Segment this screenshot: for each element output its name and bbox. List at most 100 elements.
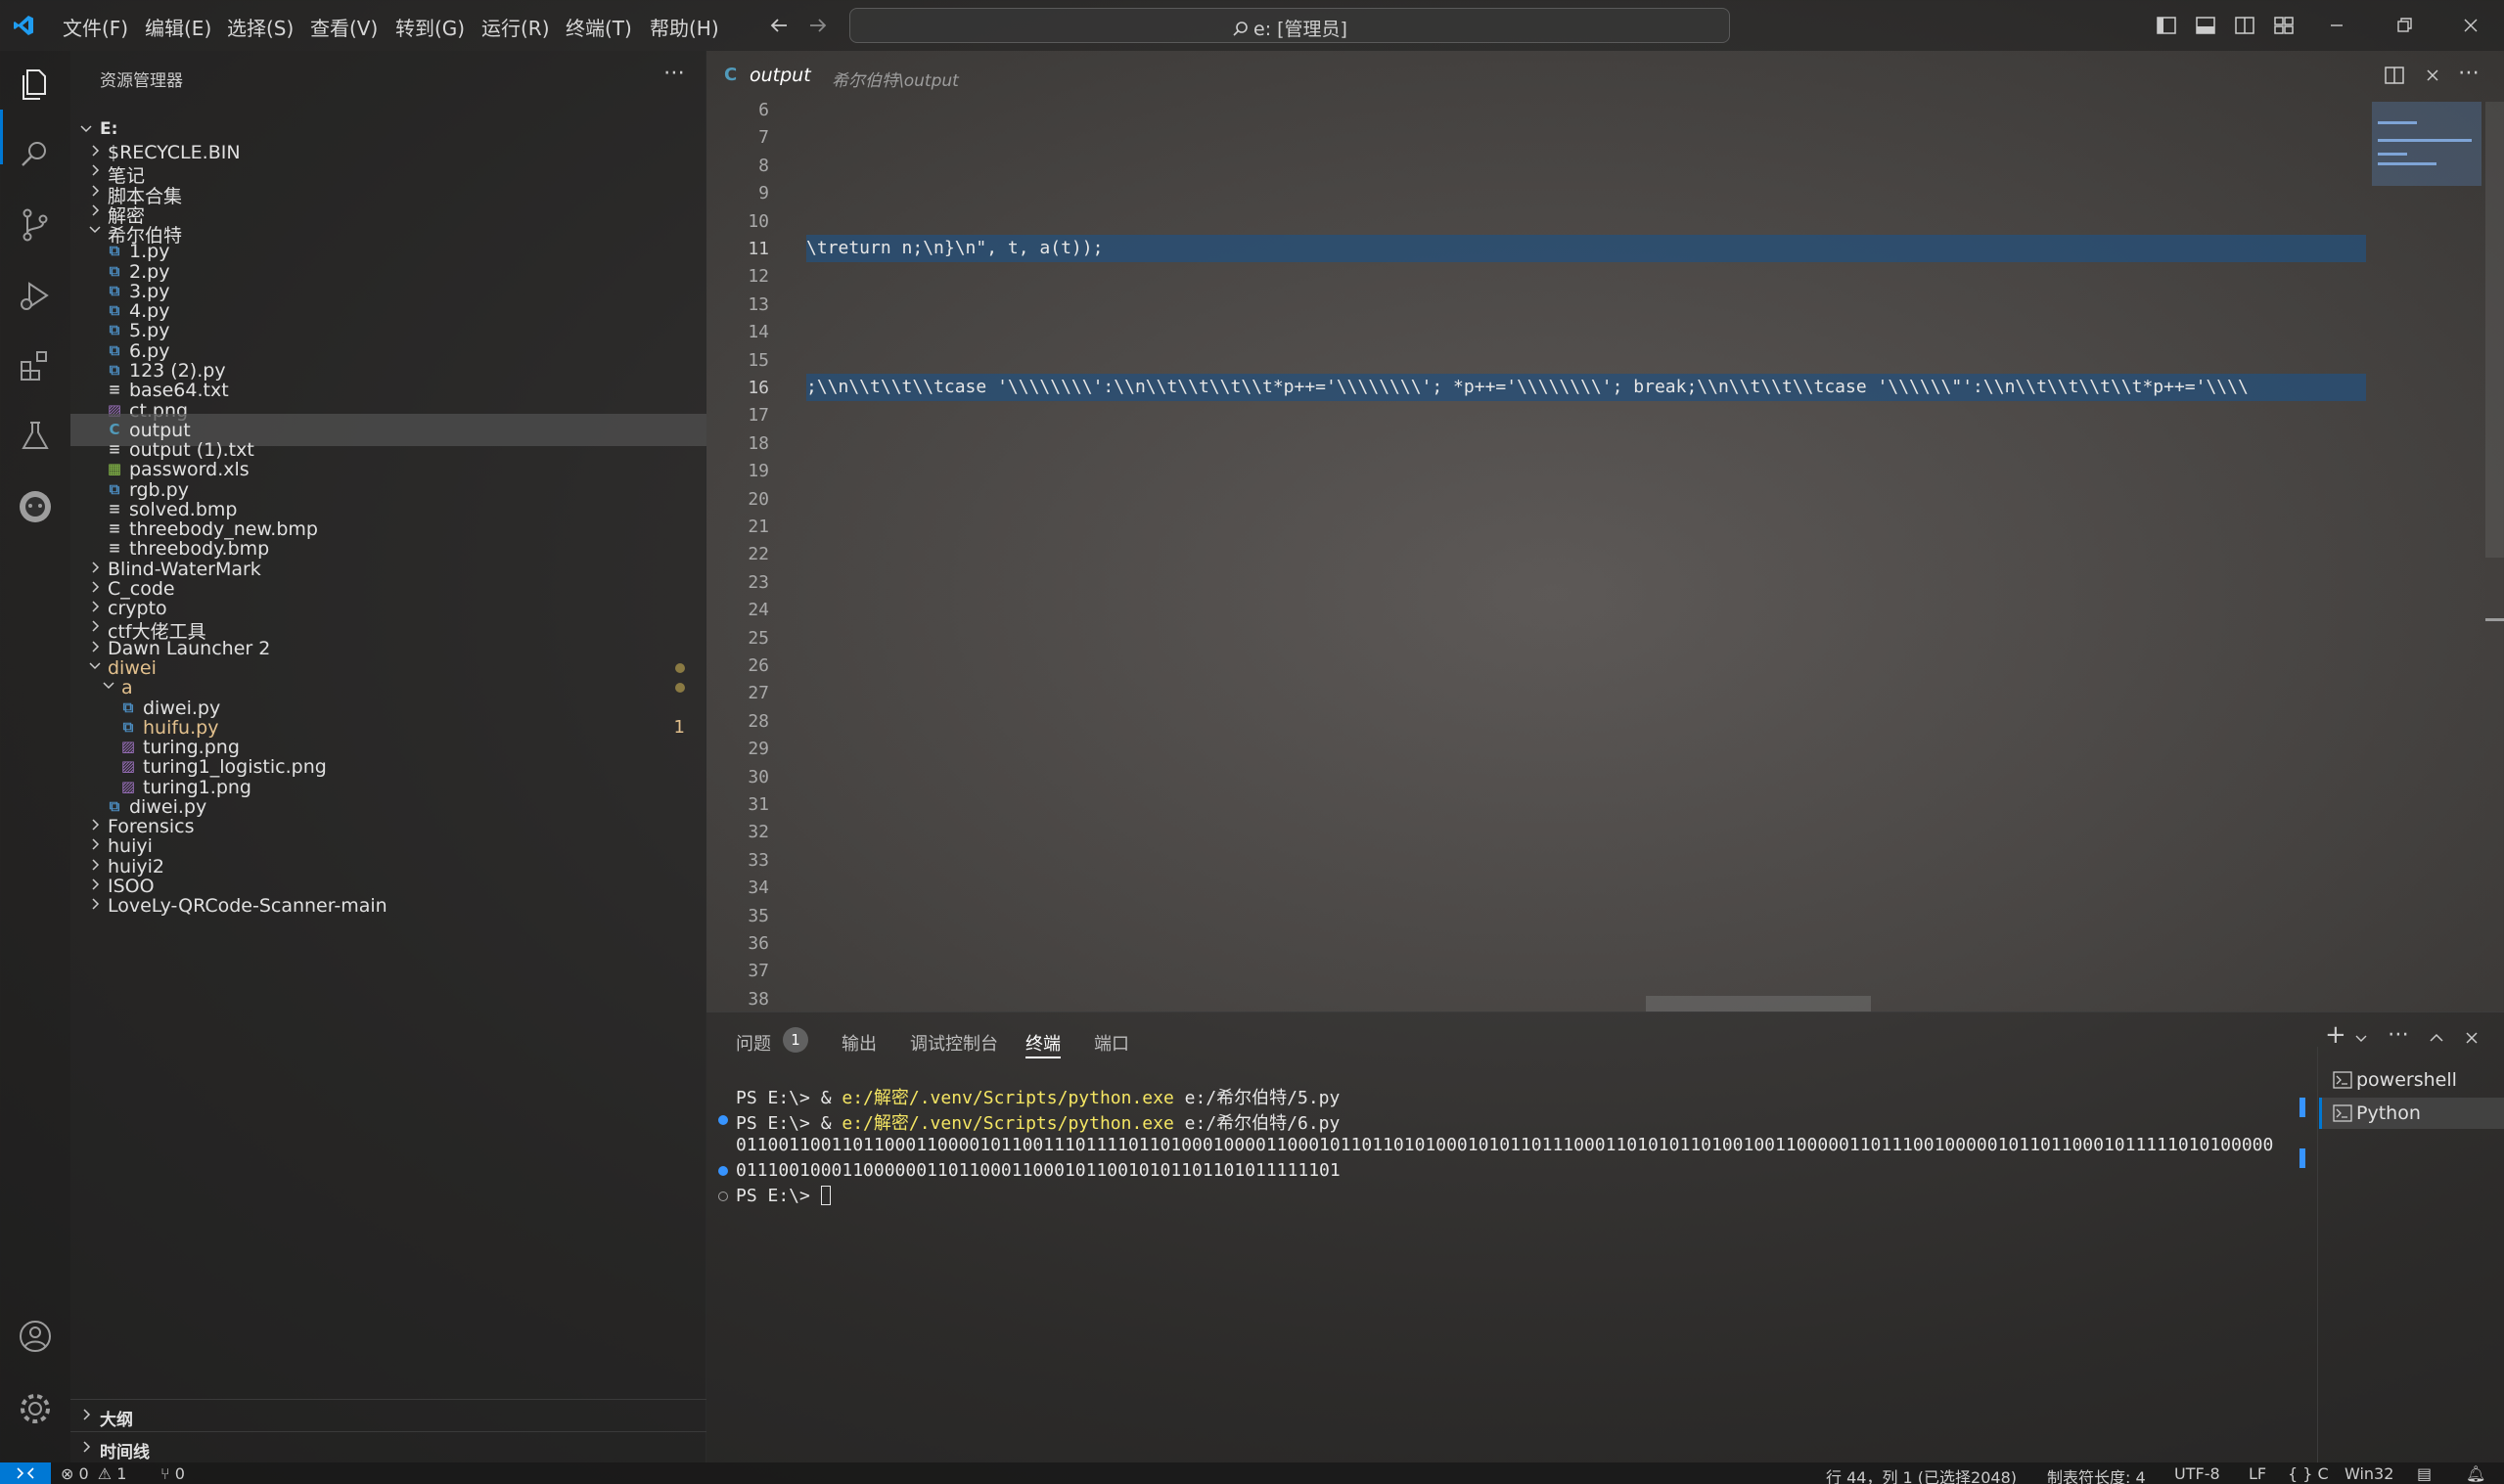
folder-item[interactable]: LoveLy-QRCode-Scanner-main — [70, 889, 706, 922]
active-view-indicator — [0, 110, 3, 164]
extensions-icon[interactable] — [14, 344, 57, 387]
editor-scrollbar[interactable] — [2485, 102, 2504, 558]
forward-arrow-icon[interactable] — [806, 14, 830, 37]
c-file-icon: C — [724, 65, 738, 85]
notifications-bell-icon[interactable]: 🔔︎ — [2466, 1464, 2485, 1483]
search-icon[interactable] — [14, 133, 57, 176]
line-number: 30 — [748, 766, 769, 787]
toggle-panel-icon[interactable] — [2195, 15, 2216, 36]
platform[interactable]: Win32 — [2345, 1464, 2393, 1483]
close-window-icon[interactable] — [2460, 15, 2481, 36]
line-number: 10 — [748, 210, 769, 232]
line-number: 11 — [748, 239, 769, 259]
warning-icon: ⚠ — [97, 1464, 113, 1483]
outline-label: 大纲 — [100, 1411, 133, 1430]
timeline-section[interactable]: 时间线 — [74, 1433, 701, 1462]
terminal-command-arg: e:/希尔伯特/5.py — [1173, 1088, 1341, 1108]
remote-explorer-icon[interactable] — [14, 485, 57, 528]
chevron-down-icon[interactable] — [2354, 1032, 2368, 1046]
timeline-label: 时间线 — [100, 1443, 150, 1462]
source-control-icon[interactable] — [14, 203, 57, 247]
customize-layout-icon[interactable] — [2273, 15, 2295, 36]
line-number: 34 — [748, 877, 769, 899]
tab-output[interactable]: 输出 — [842, 1030, 877, 1056]
explorer-files-icon[interactable] — [14, 63, 57, 106]
line-number: 6 — [758, 100, 769, 120]
braces-icon: { } — [2288, 1464, 2313, 1483]
menu-view[interactable]: 查看(V) — [310, 13, 378, 41]
line-number: 32 — [748, 822, 769, 843]
new-terminal-plus-icon[interactable]: + — [2325, 1020, 2346, 1050]
line-number: 26 — [748, 655, 769, 676]
vscode-logo-icon — [12, 14, 35, 37]
terminal-scrollbar[interactable] — [2299, 1096, 2305, 1184]
more-actions-icon[interactable]: ⋯ — [663, 61, 685, 85]
menu-file[interactable]: 文件(F) — [63, 13, 128, 41]
minimap-slider[interactable] — [2372, 102, 2481, 186]
menu-help[interactable]: 帮助(H) — [650, 13, 719, 41]
tab-debug-console[interactable]: 调试控制台 — [910, 1030, 998, 1056]
toggle-secondary-sidebar-icon[interactable] — [2234, 15, 2255, 36]
feedback-icon[interactable]: ▤ — [2417, 1464, 2432, 1483]
outline-section[interactable]: 大纲 — [74, 1401, 701, 1430]
menu-selection[interactable]: 选择(S) — [227, 13, 294, 41]
code-line-11[interactable]: \treturn n;\n}\n", t, a(t)); — [806, 235, 2366, 262]
run-debug-icon[interactable] — [14, 274, 57, 317]
account-icon[interactable] — [14, 1315, 57, 1358]
maximize-panel-chevron-up-icon[interactable] — [2427, 1028, 2446, 1048]
explorer-title: 资源管理器 — [100, 71, 183, 91]
menu-edit[interactable]: 编辑(E) — [145, 13, 211, 41]
panel-more-actions-icon[interactable]: ⋯ — [2388, 1022, 2409, 1047]
back-arrow-icon[interactable] — [767, 14, 791, 37]
testing-flask-icon[interactable] — [14, 415, 57, 458]
line-number: 25 — [748, 627, 769, 649]
tab-ports[interactable]: 端口 — [1094, 1030, 1129, 1056]
tab-path: 希尔伯特\output — [832, 71, 959, 91]
command-center-search[interactable]: e: [管理员] — [849, 8, 1730, 43]
line-number: 36 — [748, 933, 769, 954]
split-editor-icon[interactable] — [2384, 65, 2405, 86]
cursor-position[interactable]: 行 44，列 1 (已选择2048) — [1826, 1464, 2017, 1484]
horizontal-scrollbar[interactable] — [1646, 996, 1871, 1012]
command-decoration-dot[interactable] — [718, 1166, 728, 1176]
menu-terminal[interactable]: 终端(T) — [566, 13, 632, 41]
terminal-instance-powershell[interactable]: powershell — [2319, 1064, 2504, 1096]
minimize-window-icon[interactable] — [2326, 15, 2347, 36]
problems-status[interactable]: ⊗ 0 ⚠ 1 — [61, 1464, 126, 1483]
language-mode[interactable]: { } C — [2288, 1464, 2329, 1483]
terminal-command-path: e:/解密/.venv/Scripts/python.exe — [842, 1088, 1174, 1108]
remote-indicator[interactable] — [0, 1462, 51, 1484]
divider — [2317, 1047, 2318, 1462]
menu-go[interactable]: 转到(G) — [395, 13, 465, 41]
line-number: 17 — [748, 405, 769, 427]
line-number: 23 — [748, 571, 769, 593]
toggle-primary-sidebar-icon[interactable] — [2156, 15, 2177, 36]
line-number: 19 — [748, 461, 769, 482]
minimap-line — [2378, 153, 2407, 156]
editor-more-actions-icon[interactable]: ⋯ — [2458, 61, 2480, 85]
encoding[interactable]: UTF-8 — [2174, 1464, 2220, 1483]
activity-bar — [0, 51, 70, 1462]
tab-problems[interactable]: 问题 — [736, 1030, 771, 1056]
command-decoration-dot[interactable] — [718, 1192, 728, 1201]
settings-gear-icon[interactable] — [14, 1387, 57, 1430]
close-editor-icon[interactable] — [2423, 66, 2442, 85]
minimap-line — [2378, 139, 2472, 142]
scroll-marker — [2299, 1148, 2305, 1168]
terminal-instance-python[interactable]: Python — [2319, 1098, 2504, 1129]
terminal-prompt-line[interactable]: PS E:\> — [736, 1186, 831, 1206]
terminal-cursor — [820, 1186, 831, 1205]
minimap[interactable] — [2372, 102, 2481, 1012]
code-line-16[interactable]: ;\\n\\t\\t\\tcase '\\\\\\\\':\\n\\t\\t\\… — [806, 374, 2366, 401]
menu-run[interactable]: 运行(R) — [481, 13, 550, 41]
terminal-icon — [2333, 1071, 2352, 1089]
line-number: 22 — [748, 544, 769, 565]
terminal-instance-label: Python — [2356, 1102, 2421, 1124]
end-of-line[interactable]: LF — [2249, 1464, 2266, 1483]
close-panel-icon[interactable] — [2462, 1028, 2481, 1048]
tab-size[interactable]: 制表符长度: 4 — [2047, 1464, 2146, 1484]
tab-terminal[interactable]: 终端 — [1025, 1030, 1061, 1056]
command-decoration-dot[interactable] — [718, 1115, 728, 1125]
ports-status[interactable]: ⑂ 0 — [160, 1464, 185, 1483]
restore-window-icon[interactable] — [2393, 15, 2415, 36]
